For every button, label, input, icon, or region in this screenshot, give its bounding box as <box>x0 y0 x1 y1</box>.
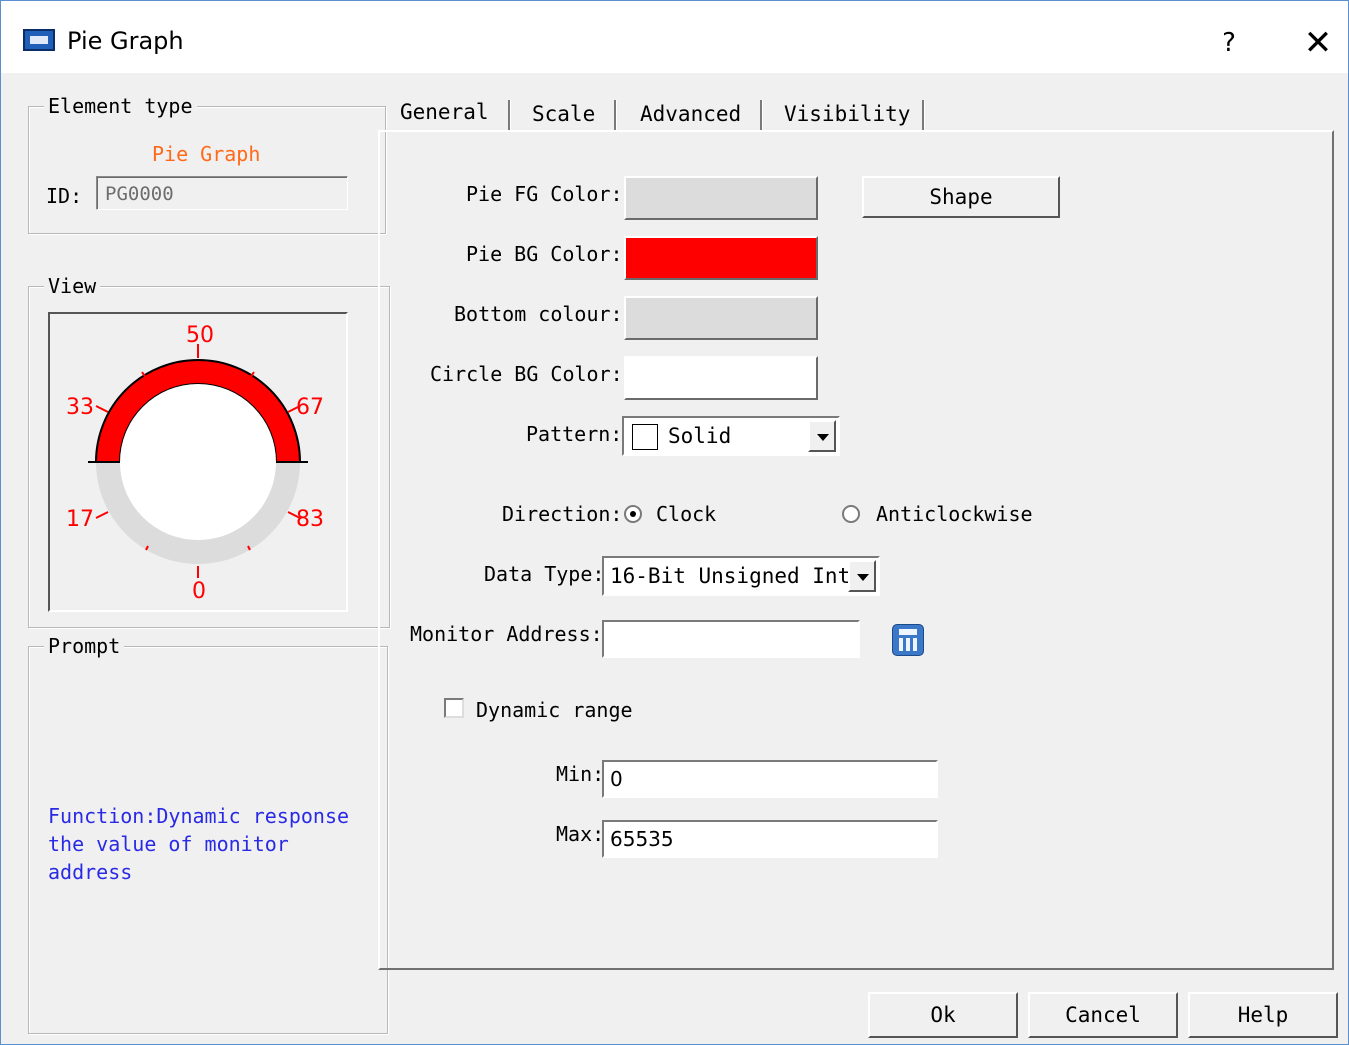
data-type-select[interactable]: 16-Bit Unsigned Int <box>602 556 880 596</box>
shape-button[interactable]: Shape <box>862 176 1060 218</box>
tick-label-50: 50 <box>186 323 214 348</box>
cancel-button[interactable]: Cancel <box>1028 992 1178 1038</box>
help-button[interactable]: Help <box>1188 992 1338 1038</box>
min-input[interactable]: 0 <box>602 760 938 798</box>
tab-scale[interactable]: Scale <box>532 102 595 126</box>
monitor-address-input[interactable] <box>602 620 860 658</box>
direction-anticlockwise-radio[interactable] <box>842 505 860 523</box>
close-icon[interactable]: ✕ <box>1295 21 1341 65</box>
tick-33 <box>95 405 109 413</box>
chevron-down-icon[interactable] <box>808 420 836 452</box>
bottom-colour-label: Bottom colour: <box>454 302 623 326</box>
gauge-center <box>120 384 276 540</box>
prompt-legend: Prompt <box>44 634 125 658</box>
data-type-value: 16-Bit Unsigned Int <box>610 564 851 588</box>
element-type-name: Pie Graph <box>152 142 261 166</box>
tick-17 <box>95 511 109 519</box>
max-input[interactable]: 65535 <box>602 820 938 858</box>
dynamic-range-label[interactable]: Dynamic range <box>476 698 633 722</box>
view-legend: View <box>44 274 101 298</box>
tab-separator <box>922 100 925 130</box>
bottom-colour-swatch[interactable] <box>624 296 818 340</box>
tab-visibility[interactable]: Visibility <box>784 102 910 126</box>
pie-fg-color-label: Pie FG Color: <box>466 182 623 206</box>
direction-clock-label[interactable]: Clock <box>656 502 716 526</box>
ok-button[interactable]: Ok <box>868 992 1018 1038</box>
pie-gauge: 50 33 67 17 83 0 <box>66 323 324 604</box>
direction-anticlockwise-label[interactable]: Anticlockwise <box>876 502 1033 526</box>
direction-label: Direction: <box>502 502 623 526</box>
id-field: PG0000 <box>96 176 348 210</box>
pie-fg-color-swatch[interactable] <box>624 176 818 220</box>
prompt-text: Function:Dynamic response the value of m… <box>48 804 350 884</box>
element-type-group <box>28 106 386 234</box>
tick-label-67: 67 <box>296 395 324 420</box>
tick-label-33: 33 <box>66 395 94 420</box>
id-label: ID: <box>46 184 83 208</box>
tab-separator <box>614 100 617 130</box>
circle-bg-color-swatch[interactable] <box>624 356 818 400</box>
gauge-preview: 50 33 67 17 83 0 <box>48 312 348 612</box>
help-icon[interactable]: ? <box>1209 23 1249 63</box>
max-label: Max: <box>556 822 605 846</box>
monitor-address-label: Monitor Address: <box>410 622 603 646</box>
pattern-label: Pattern: <box>526 422 623 446</box>
pattern-value: Solid <box>668 424 732 448</box>
circle-bg-color-label: Circle BG Color: <box>430 362 623 386</box>
pattern-select[interactable]: Solid <box>622 416 840 456</box>
tick-label-17: 17 <box>66 507 94 532</box>
pie-bg-color-label: Pie BG Color: <box>466 242 623 266</box>
tab-separator <box>508 100 511 130</box>
title-bar: Pie Graph ? ✕ <box>1 1 1348 73</box>
tab-advanced[interactable]: Advanced <box>640 102 741 126</box>
dynamic-range-checkbox[interactable] <box>444 698 464 718</box>
tab-separator <box>760 100 763 130</box>
calculator-icon[interactable] <box>892 624 924 656</box>
pie-bg-color-swatch[interactable] <box>624 236 818 280</box>
tab-general[interactable]: General <box>400 100 489 124</box>
element-type-legend: Element type <box>44 94 197 118</box>
pattern-preview <box>632 424 658 450</box>
direction-clock-radio[interactable] <box>624 505 642 523</box>
chevron-down-icon[interactable] <box>848 560 876 592</box>
window-title: Pie Graph <box>67 27 184 55</box>
tick-label-83: 83 <box>296 507 324 532</box>
data-type-label: Data Type: <box>484 562 605 586</box>
hmi-app-icon <box>23 29 55 51</box>
min-label: Min: <box>556 762 605 786</box>
tick-label-0: 0 <box>192 579 206 604</box>
